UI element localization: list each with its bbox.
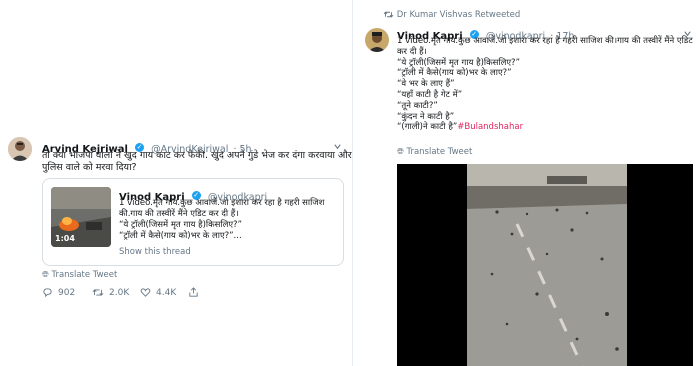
tweet-text-line: “यहाँ काटी है गेट में” — [397, 89, 463, 100]
translate-label: Translate Tweet — [406, 147, 473, 157]
translate-tweet-link[interactable]: 🌐︎ Translate Tweet — [42, 270, 117, 280]
like-button[interactable]: 4.4K — [140, 287, 176, 298]
tweet-text-line: “ट्रॉली में कैसे(गाय को)भर के लाए?” — [397, 68, 512, 79]
quoted-text-line: “ट्रॉली में कैसे(गाय को)भर के लाए?”... — [119, 231, 242, 241]
tweet-text-line: 1 video.मृत गाय.कुछ आवाजें.जो इशारा कर र… — [397, 36, 693, 46]
show-thread-link[interactable]: Show this thread — [119, 247, 191, 257]
share-icon — [189, 287, 198, 297]
quoted-text-line: की.गाय की तस्वीरें मैंने एडिट कर दी हैं। — [119, 209, 239, 219]
left-tweet-panel: Arvind Kejriwal ✓ @ArvindKejriwal · 5h त… — [0, 0, 369, 366]
translate-tweet-link[interactable]: 🌐︎ Translate Tweet — [397, 147, 472, 157]
globe-icon: 🌐︎ — [42, 270, 49, 280]
kapri-avatar[interactable] — [365, 28, 389, 52]
tweet-text-line: “तूने काटी?” — [397, 100, 438, 111]
retweet-button[interactable]: 2.0K — [92, 287, 129, 298]
tweet-text-line: “(गाली)ने काटी है”#Bulandshahar — [397, 122, 697, 133]
tweet-text-line: “कुंदन ने काटी है” — [397, 111, 455, 122]
kejriwal-avatar[interactable] — [8, 137, 32, 161]
retweeted-by-label: Dr Kumar Vishvas Retweeted — [396, 10, 521, 20]
quoted-text-line: “ये ट्रॉली(जिसमें मृत गाय है)किसलिए?” — [119, 220, 242, 230]
retweeted-by[interactable]: Dr Kumar Vishvas Retweeted — [383, 10, 520, 20]
like-count: 4.4K — [156, 287, 177, 298]
reply-count: 902 — [58, 287, 76, 298]
video-frame-image — [397, 164, 693, 366]
quoted-tweet-body: 1 video.मृत गाय.कुछ आवाजें.जो इशारा कर र… — [119, 198, 324, 242]
share-button[interactable] — [188, 287, 199, 298]
right-tweet-panel: Dr Kumar Vishvas Retweeted Vinod Kapri ✓… — [352, 0, 700, 366]
heart-icon — [140, 288, 151, 297]
tweet-text-line: पुलिस वाले को मरवा दिया? — [42, 162, 137, 173]
tweet-text-line: “ये ट्रॉली(जिसमें मृत गाय है)किसलिए?” — [397, 57, 520, 68]
tweet-body: तो क्या भाजपा वालों ने खुद गाय काट कर फे… — [42, 150, 369, 174]
tweet-text-line: कर दी हैं। — [397, 46, 427, 57]
retweet-count: 2.0K — [109, 287, 130, 298]
retweet-icon — [92, 289, 104, 296]
quoted-text-line: 1 video.मृत गाय.कुछ आवाजें.जो इशारा कर र… — [119, 198, 325, 208]
quoted-video-thumbnail[interactable]: 1:04 — [51, 187, 111, 247]
person-icon — [8, 137, 32, 161]
tweet-body: 1 video.मृत गाय.कुछ आवाजें.जो इशारा कर र… — [397, 36, 697, 133]
retweet-icon — [383, 11, 394, 18]
reply-button[interactable]: 902 — [42, 287, 75, 298]
translate-label: Translate Tweet — [51, 270, 118, 280]
tweet-text-fragment: “(गाली)ने काटी है” — [397, 122, 458, 133]
video-duration: 1:04 — [55, 234, 75, 243]
tweet-text-line: “वे भर के लाए हैं” — [397, 79, 455, 90]
tweet-text-line: तो क्या भाजपा वालों ने खुद गाय काट कर फे… — [42, 150, 369, 161]
globe-icon: 🌐︎ — [397, 147, 404, 157]
quoted-tweet-card[interactable]: 1:04 Vinod Kapri ✓ @vinodkapri 1 video.म… — [42, 178, 344, 266]
hashtag-link[interactable]: #Bulandshahar — [457, 122, 523, 132]
person-icon — [365, 28, 389, 52]
tweet-video[interactable] — [397, 164, 693, 366]
reply-icon — [43, 288, 52, 298]
